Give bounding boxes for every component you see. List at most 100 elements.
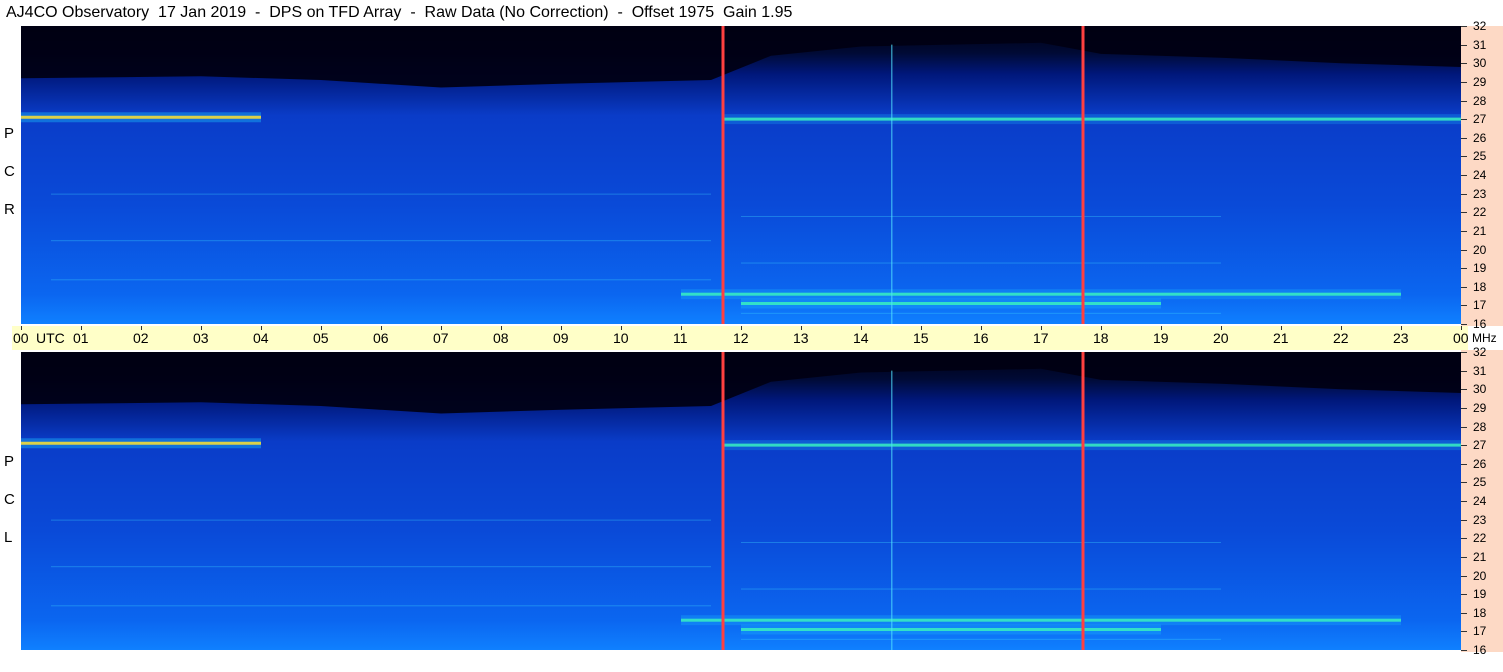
freq-tick <box>1461 594 1467 596</box>
spectrogram-title: AJ4CO Observatory 17 Jan 2019 - DPS on T… <box>6 4 793 21</box>
time-tick-label: 21 <box>1273 330 1289 346</box>
lcp-interference-line-3 <box>741 588 1221 590</box>
lcp-feature-3 <box>741 628 1161 632</box>
lcp-feature-1 <box>723 443 1461 447</box>
lcp-interference-line-0 <box>51 519 711 521</box>
freq-tick <box>1461 44 1467 46</box>
rcp-vertical-artifact <box>891 44 893 324</box>
time-tick-label: 01 <box>73 330 89 346</box>
lcp-feature-0 <box>21 441 261 445</box>
time-tick-label: 22 <box>1333 330 1349 346</box>
time-tick-label: 17 <box>1033 330 1049 346</box>
freq-tick-label: 28 <box>1473 93 1487 108</box>
rcp-interference-line-1 <box>741 215 1221 217</box>
utc-time-axis: 00 01 02 03 04 05 06 07 08 09 10 11 12 13 14 15 16 17 18 19… <box>12 326 1469 350</box>
freq-tick-label: 26 <box>1473 456 1487 471</box>
freq-tick <box>1461 575 1467 577</box>
rcp-feature-3 <box>741 302 1161 306</box>
lcp-interference-line-5 <box>741 638 1221 640</box>
rcp-interference-line-2 <box>51 240 711 242</box>
lcp-interference-line-4 <box>51 605 711 607</box>
freq-tick <box>1461 501 1467 502</box>
lcp-letter-c: C <box>4 491 15 508</box>
time-tick-label: 19 <box>1153 330 1169 346</box>
lcp-letter-p: P <box>4 453 15 470</box>
rcp-marker-line-0 <box>721 26 725 324</box>
freq-tick-label: 23 <box>1473 512 1487 527</box>
rcp-feature-0 <box>21 115 261 119</box>
time-tick-label: 13 <box>793 330 809 346</box>
freq-tick <box>1461 556 1467 558</box>
rcp-frequency-axis: 32 31 30 29 28 27 26 25 24 23 22 21 20 19 18 17 16 <box>1461 20 1503 330</box>
freq-tick <box>1461 389 1467 391</box>
time-tick-label: 15 <box>913 330 929 346</box>
freq-tick-label: 16 <box>1473 643 1487 657</box>
time-tick-label: 02 <box>133 330 149 346</box>
time-tick-label: 00 <box>13 330 29 346</box>
time-tick-label: 03 <box>193 330 209 346</box>
time-tick-label: 04 <box>253 330 269 346</box>
freq-tick-label: 21 <box>1473 223 1487 238</box>
rcp-marker-line-1 <box>1081 26 1085 324</box>
freq-tick <box>1461 249 1467 251</box>
rcp-spectrogram <box>21 26 1461 324</box>
freq-tick-label: 17 <box>1473 624 1487 639</box>
rcp-interference-line-3 <box>741 262 1221 264</box>
time-tick-label: 00 <box>1453 330 1469 346</box>
lcp-interference-line-2 <box>51 566 711 568</box>
bottom-margin <box>21 651 1461 672</box>
freq-tick <box>1461 81 1467 83</box>
freq-tick-label: 21 <box>1473 549 1487 564</box>
lcp-label: P C L <box>0 453 21 573</box>
freq-tick-label: 22 <box>1473 531 1487 546</box>
time-tick-label: 08 <box>493 330 509 346</box>
time-tick-label: 06 <box>373 330 389 346</box>
freq-tick-label: 16 <box>1473 317 1487 331</box>
time-tick-label: 14 <box>853 330 869 346</box>
time-tick-label: 10 <box>613 330 629 346</box>
lcp-vertical-artifact <box>891 370 893 650</box>
freq-tick <box>1461 482 1467 484</box>
freq-tick <box>1461 538 1467 540</box>
freq-tick <box>1461 193 1467 195</box>
time-tick-label: 05 <box>313 330 329 346</box>
freq-tick <box>1461 445 1467 447</box>
freq-tick <box>1461 26 1467 27</box>
rcp-letter-c: C <box>4 163 15 180</box>
lcp-marker-line-0 <box>721 352 725 650</box>
rcp-feature-2 <box>681 292 1401 296</box>
freq-tick-label: 27 <box>1473 112 1487 127</box>
mhz-unit-label: MHz <box>1472 331 1497 345</box>
rcp-interference-line-4 <box>51 279 711 281</box>
freq-tick <box>1461 100 1467 102</box>
rcp-label: P C R <box>0 125 21 245</box>
freq-tick <box>1461 137 1467 139</box>
freq-tick <box>1461 156 1467 158</box>
freq-tick-label: 17 <box>1473 298 1487 313</box>
freq-tick <box>1461 519 1467 521</box>
freq-tick-label: 25 <box>1473 149 1487 164</box>
freq-tick <box>1461 286 1467 288</box>
lcp-interference-line-1 <box>741 541 1221 543</box>
freq-tick <box>1461 631 1467 633</box>
time-tick-label: 16 <box>973 330 989 346</box>
freq-tick-label: 30 <box>1473 56 1487 71</box>
time-tick-label: 09 <box>553 330 569 346</box>
freq-tick-label: 19 <box>1473 587 1487 602</box>
freq-tick-label: 20 <box>1473 242 1487 257</box>
freq-tick-label: 31 <box>1473 363 1487 378</box>
freq-tick-label: 32 <box>1473 345 1487 359</box>
freq-tick-label: 26 <box>1473 130 1487 145</box>
freq-tick-label: 18 <box>1473 279 1487 294</box>
freq-tick <box>1461 407 1467 409</box>
freq-tick <box>1461 212 1467 214</box>
freq-tick-label: 31 <box>1473 37 1487 52</box>
freq-tick-label: 20 <box>1473 568 1487 583</box>
lcp-frequency-axis: 32 31 30 29 28 27 26 25 24 23 22 21 20 19 18 17 16 <box>1461 346 1503 656</box>
time-tick-label: 23 <box>1393 330 1409 346</box>
freq-tick-label: 24 <box>1473 494 1487 508</box>
freq-tick <box>1461 650 1467 651</box>
lcp-spectrogram-svg <box>21 352 1461 650</box>
freq-tick-label: 29 <box>1473 400 1487 415</box>
freq-tick-label: 27 <box>1473 438 1487 453</box>
